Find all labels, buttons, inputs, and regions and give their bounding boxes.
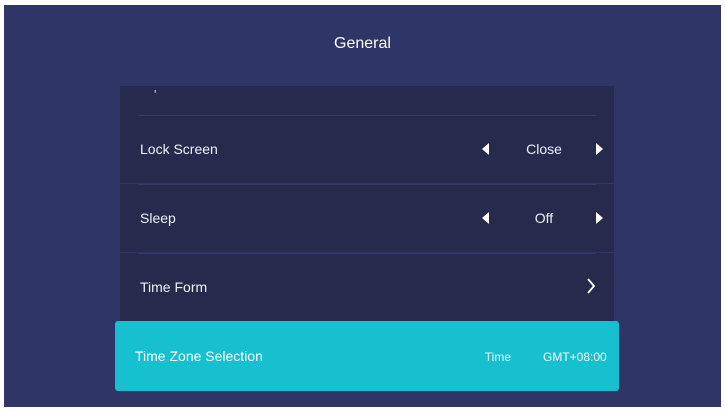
triangle-right-icon[interactable] [596,143,603,155]
triangle-left-icon[interactable] [482,212,489,224]
chevron-right-icon [587,278,596,294]
triangle-right-icon[interactable] [596,212,603,224]
setting-sleep[interactable]: Sleep Off [120,184,614,252]
row-divider [138,253,596,254]
page-title: General [334,35,391,52]
setting-time-zone-selection[interactable]: Time Zone Selection Time GMT+08:00 [115,321,619,391]
setting-value: GMT+08:00 [543,350,607,364]
setting-value: Close [526,141,562,157]
row-divider [138,184,596,185]
settings-screen: General ' Lock Screen Close Sleep Off Ti… [4,5,721,407]
setting-label: Sleep [140,210,176,226]
setting-subtitle: Time [484,350,511,364]
setting-value: Off [534,210,554,226]
setting-lock-screen[interactable]: Lock Screen Close [120,115,614,183]
setting-label: Lock Screen [140,141,218,157]
setting-label: Time Form [140,279,208,295]
setting-label: Time Zone Selection [135,348,263,364]
row-divider [138,115,596,116]
triangle-left-icon[interactable] [482,143,489,155]
partial-item-label: ' [154,87,157,102]
list-item-partial[interactable]: ' [120,86,614,115]
setting-time-form[interactable]: Time Form [120,253,614,321]
